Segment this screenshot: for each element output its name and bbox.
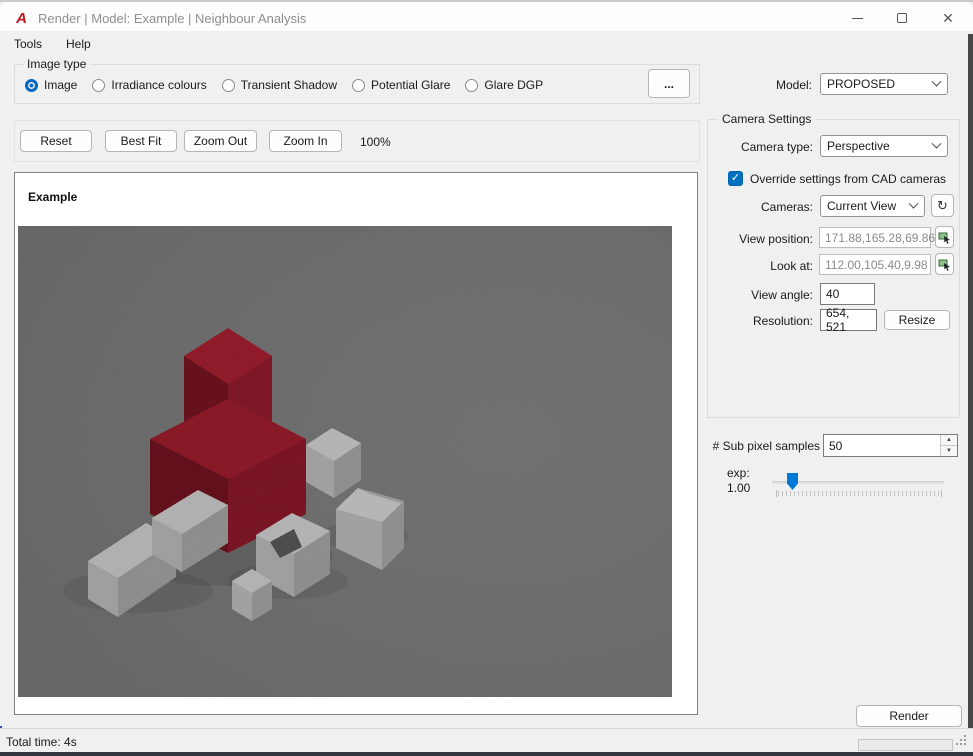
override-cad-cameras-label: Override settings from CAD cameras: [750, 172, 946, 186]
sub-pixel-samples-label: # Sub pixel samples: [710, 439, 820, 453]
radio-image-label: Image: [44, 78, 77, 92]
render-button[interactable]: Render: [856, 705, 962, 727]
override-cad-cameras-checkbox[interactable]: ✓ Override settings from CAD cameras: [728, 171, 946, 186]
view-position-value: 171.88,165.28,69.86: [825, 231, 935, 245]
look-at-field: 112.00,105.40,9.98: [819, 254, 931, 275]
look-at-label: Look at:: [713, 259, 813, 273]
pick-view-position-button[interactable]: [935, 226, 954, 248]
minimize-button[interactable]: [842, 4, 872, 32]
model-select[interactable]: PROPOSED: [820, 73, 948, 95]
radio-icon: [352, 79, 365, 92]
cameras-value: Current View: [827, 199, 896, 213]
minimize-icon: [852, 18, 863, 19]
preview-frame: Example: [14, 172, 698, 715]
zoom-level: 100%: [360, 135, 391, 149]
model-label: Model:: [738, 78, 812, 92]
titlebar[interactable]: A Render | Model: Example | Neighbour An…: [0, 2, 973, 32]
zoom-toolbar: Reset Best Fit Zoom Out Zoom In 100%: [14, 120, 700, 162]
radio-irradiance-label: Irradiance colours: [111, 78, 206, 92]
camera-type-value: Perspective: [827, 139, 890, 153]
exp-label: exp:: [727, 466, 750, 481]
maximize-button[interactable]: [887, 4, 917, 32]
radio-icon: [465, 79, 478, 92]
image-type-legend: Image type: [23, 57, 90, 71]
radio-irradiance-colours[interactable]: Irradiance colours: [92, 78, 206, 92]
exp-slider-tick-end: [941, 490, 942, 497]
best-fit-button[interactable]: Best Fit: [105, 130, 177, 152]
render-dialog-window: A Render | Model: Example | Neighbour An…: [0, 0, 973, 756]
view-angle-field[interactable]: 40: [820, 283, 875, 305]
render-scene: [18, 226, 672, 697]
menu-tools[interactable]: Tools: [4, 34, 52, 54]
reset-button[interactable]: Reset: [20, 130, 92, 152]
cameras-label: Cameras:: [713, 200, 813, 214]
radio-glare-dgp-label: Glare DGP: [484, 78, 543, 92]
close-icon: ✕: [942, 10, 954, 27]
radio-image[interactable]: Image: [25, 78, 77, 92]
checkbox-checked-icon: ✓: [728, 171, 743, 186]
view-angle-label: View angle:: [713, 288, 813, 302]
resolution-field[interactable]: 654, 521: [820, 309, 877, 331]
menu-help[interactable]: Help: [56, 34, 101, 54]
total-time-status: Total time: 4s: [6, 735, 77, 749]
radio-potential-glare[interactable]: Potential Glare: [352, 78, 450, 92]
view-position-field: 171.88,165.28,69.86: [819, 227, 931, 248]
chevron-down-icon: [932, 76, 942, 86]
window-title: Render | Model: Example | Neighbour Anal…: [38, 11, 306, 26]
camera-settings-legend: Camera Settings: [718, 112, 815, 126]
spin-up-icon: ▲: [946, 437, 952, 443]
spin-down-icon: ▼: [946, 448, 952, 454]
spin-up-button[interactable]: ▲: [941, 435, 957, 446]
sub-pixel-samples-spinbox[interactable]: 50 ▲ ▼: [823, 434, 958, 457]
pick-point-icon: [938, 258, 951, 271]
look-at-value: 112.00,105.40,9.98: [825, 258, 928, 272]
image-title: Example: [28, 190, 77, 204]
model-value: PROPOSED: [827, 77, 895, 91]
app-logo-icon: A: [13, 10, 30, 27]
chevron-down-icon: [932, 138, 942, 148]
pick-look-at-button[interactable]: [935, 253, 954, 275]
camera-type-label: Camera type:: [713, 140, 813, 154]
cameras-select[interactable]: Current View: [820, 195, 925, 217]
image-type-group: Image type Image Irradiance colours Tran…: [14, 64, 700, 104]
refresh-icon: ↻: [937, 198, 948, 214]
chevron-down-icon: [909, 198, 919, 208]
window-right-border: [968, 34, 973, 756]
exp-slider-thumb[interactable]: [787, 473, 798, 490]
view-angle-value: 40: [826, 287, 839, 301]
status-bar: Total time: 4s: [0, 728, 973, 752]
resize-button[interactable]: Resize: [884, 310, 950, 330]
sub-pixel-samples-value: 50: [824, 435, 940, 456]
image-header: Example: [18, 176, 672, 226]
more-options-button[interactable]: ...: [648, 69, 690, 98]
maximize-icon: [897, 13, 907, 23]
radio-selected-icon: [25, 79, 38, 92]
camera-type-select[interactable]: Perspective: [820, 135, 948, 157]
progress-bar: [858, 739, 953, 751]
resolution-label: Resolution:: [713, 314, 813, 328]
pick-point-icon: [938, 231, 951, 244]
radio-transient-shadow[interactable]: Transient Shadow: [222, 78, 337, 92]
window-bottom-border: [0, 752, 973, 756]
zoom-in-button[interactable]: Zoom In: [269, 130, 342, 152]
exp-label-block: exp: 1.00: [727, 466, 750, 496]
resize-grip-icon[interactable]: [955, 735, 966, 746]
radio-icon: [222, 79, 235, 92]
radio-potential-glare-label: Potential Glare: [371, 78, 450, 92]
close-button[interactable]: ✕: [933, 4, 963, 32]
radio-transient-label: Transient Shadow: [241, 78, 337, 92]
view-position-label: View position:: [713, 232, 813, 246]
resolution-value: 654, 521: [826, 306, 871, 334]
image-type-radio-row: Image Irradiance colours Transient Shado…: [25, 75, 685, 95]
refresh-cameras-button[interactable]: ↻: [931, 194, 954, 217]
menu-bar: Tools Help: [0, 32, 968, 55]
rendered-image[interactable]: Example: [18, 176, 672, 697]
exp-slider-ticks: [778, 491, 940, 496]
radio-icon: [92, 79, 105, 92]
zoom-out-button[interactable]: Zoom Out: [184, 130, 257, 152]
radio-glare-dgp[interactable]: Glare DGP: [465, 78, 543, 92]
spin-down-button[interactable]: ▼: [941, 446, 957, 456]
exp-value: 1.00: [727, 481, 750, 496]
exp-slider-tick-start: [776, 490, 777, 497]
